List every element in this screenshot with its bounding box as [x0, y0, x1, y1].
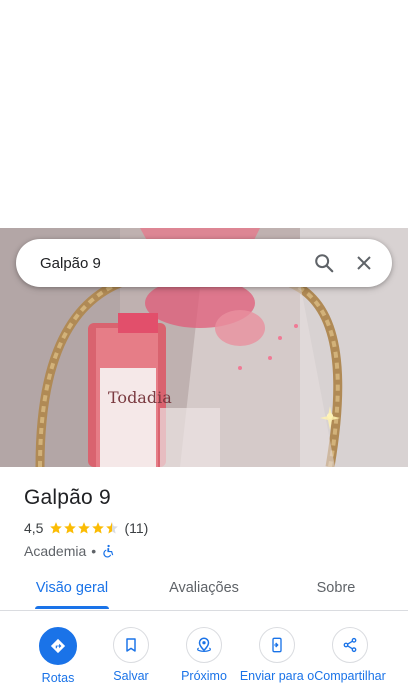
- nearby-icon: [186, 627, 222, 663]
- action-label: Enviar para o: [239, 669, 315, 683]
- map-blank-area: [0, 0, 408, 228]
- rating-row[interactable]: 4,5 (11): [24, 518, 384, 538]
- place-info: Galpão 9 4,5 (11) Academia •: [24, 484, 384, 561]
- separator-dot: •: [91, 543, 97, 559]
- review-count[interactable]: (11): [124, 520, 148, 536]
- close-icon[interactable]: [344, 239, 384, 287]
- search-query[interactable]: Galpão 9: [40, 255, 304, 272]
- svg-text:Todadia: Todadia: [108, 388, 172, 407]
- place-category: Academia: [24, 543, 87, 559]
- bookmark-icon: [113, 627, 149, 663]
- wheelchair-accessible-icon: [103, 544, 114, 558]
- star-icon: [64, 522, 77, 534]
- category-row: Academia •: [24, 541, 384, 561]
- save-button[interactable]: Salvar: [94, 627, 168, 684]
- send-to-phone-button[interactable]: Enviar para o: [240, 627, 314, 684]
- tab-overview[interactable]: Visão geral: [22, 566, 122, 610]
- star-icon: [50, 522, 63, 534]
- action-label: Compartilhar: [314, 669, 386, 683]
- share-button[interactable]: Compartilhar: [313, 627, 387, 684]
- place-title: Galpão 9: [24, 486, 111, 509]
- send-to-phone-icon: [259, 627, 295, 663]
- action-bar: Rotas Salvar Próximo Enviar para o Compa…: [0, 612, 408, 694]
- nearby-button[interactable]: Próximo: [167, 627, 241, 684]
- star-icon: [78, 522, 91, 534]
- share-icon: [332, 627, 368, 663]
- search-bar[interactable]: Galpão 9: [16, 239, 392, 287]
- tab-reviews[interactable]: Avaliações: [154, 566, 254, 610]
- directions-icon: [39, 627, 77, 665]
- half-star-icon: [106, 522, 119, 534]
- star-icon: [92, 522, 105, 534]
- rating-stars: [49, 521, 119, 535]
- active-tab-indicator: [35, 606, 109, 609]
- action-label: Salvar: [113, 669, 149, 683]
- directions-button[interactable]: Rotas: [21, 627, 95, 686]
- tab-about[interactable]: Sobre: [286, 566, 386, 610]
- action-label: Próximo: [181, 669, 227, 683]
- action-label: Rotas: [41, 671, 75, 685]
- search-icon[interactable]: [304, 239, 344, 287]
- rating-value: 4,5: [24, 520, 44, 536]
- tab-bar: Visão geral Avaliações Sobre: [0, 566, 408, 611]
